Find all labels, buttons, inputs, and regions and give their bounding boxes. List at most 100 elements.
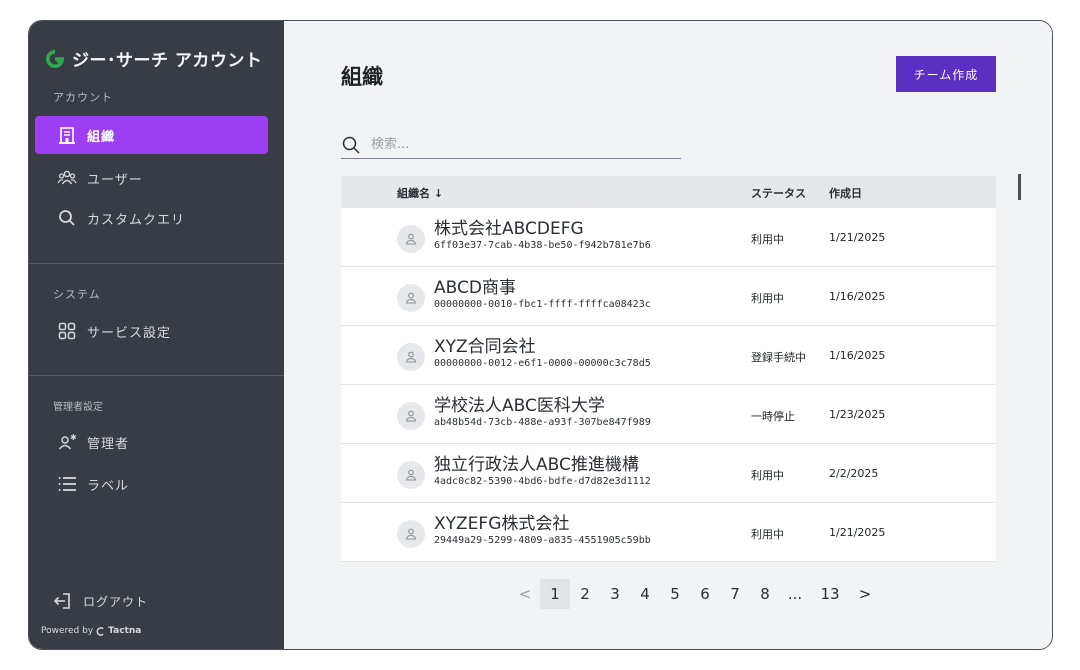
avatar [397,343,425,371]
search-icon [342,136,360,154]
table-row[interactable]: 独立行政法人ABC推進機構 4adc0c82-5390-4bd6-bdfe-d7… [341,444,996,503]
org-name: XYZ合同会社 [434,337,536,357]
section-label-system: システム [53,288,101,301]
pagination-page-4[interactable]: 4 [630,579,660,609]
brand-logo-icon [46,49,64,68]
sidebar-item-organizations[interactable]: 組織 [35,116,268,154]
org-id: 00000000-0012-e6f1-0000-00000c3c78d5 [434,358,651,369]
column-header-created[interactable]: 作成日 [829,185,862,201]
app-window: ジー･サーチ アカウント アカウント 組織 ユーザー カスタムクエリ システム … [28,20,1053,650]
pagination-page-3[interactable]: 3 [600,579,630,609]
sidebar-item-label: 組織 [87,129,116,145]
pagination-page-7[interactable]: 7 [720,579,750,609]
org-created-date: 1/23/2025 [829,408,886,421]
table-row[interactable]: 学校法人ABC医科大学 ab48b54d-73cb-488e-a93f-307b… [341,385,996,444]
column-header-status[interactable]: ステータス [751,185,806,201]
sidebar-item-users[interactable]: ユーザー [35,159,268,197]
brand-title: ジー･サーチ アカウント [72,51,263,71]
table-header: 組織名 ↓ ステータス 作成日 [341,176,996,208]
scrollbar[interactable] [1018,174,1021,200]
table-row[interactable]: XYZ合同会社 00000000-0012-e6f1-0000-00000c3c… [341,326,996,385]
search-input[interactable] [371,137,661,152]
main-content: 組織 チーム作成 組織名 ↓ ステータス 作成日 株式会社ABCDEFG 6ff… [284,21,1052,649]
org-name: XYZEFG株式会社 [434,514,570,534]
pagination-page-8[interactable]: 8 [750,579,780,609]
sidebar-item-label: サービス設定 [87,325,172,341]
org-status: 利用中 [751,233,784,246]
search-icon [59,210,75,226]
organizations-table: 組織名 ↓ ステータス 作成日 株式会社ABCDEFG 6ff03e37-7ca… [341,176,996,562]
org-id: 29449a29-5299-4809-a835-4551905c59bb [434,535,651,546]
org-name: 学校法人ABC医科大学 [434,396,605,416]
building-icon [59,127,75,144]
section-label-account: アカウント [53,91,113,104]
avatar [397,402,425,430]
pagination-prev-button[interactable]: < [510,579,540,609]
user-icon [405,469,417,481]
sidebar-item-admins[interactable]: ✱ 管理者 [35,423,268,461]
sidebar-item-label: 管理者 [87,436,130,452]
tactna-logo-icon [96,626,104,636]
org-status: 利用中 [751,469,784,482]
table-row[interactable]: XYZEFG株式会社 29449a29-5299-4809-a835-45519… [341,503,996,562]
user-icon [405,528,417,540]
powered-brand: Tactna [108,626,142,636]
org-created-date: 1/16/2025 [829,290,886,303]
logout-button[interactable]: ログアウト [53,591,148,611]
org-created-date: 1/16/2025 [829,349,886,362]
user-icon [405,292,417,304]
pagination-next-button[interactable]: > [850,579,880,609]
org-id: 00000000-0010-fbc1-ffff-ffffca08423c [434,299,651,310]
org-status: 登録手続中 [751,351,806,364]
pagination: < 1 2 3 4 5 6 7 8 ... 13 > [510,579,880,609]
sidebar-item-label: ユーザー [87,172,143,188]
org-created-date: 1/21/2025 [829,231,886,244]
create-team-button[interactable]: チーム作成 [896,56,996,92]
powered-prefix: Powered by [41,626,94,636]
brand[interactable]: ジー･サーチ アカウント [46,46,262,71]
sidebar-divider [29,375,284,376]
org-status: 一時停止 [751,410,795,423]
users-icon [57,170,77,185]
svg-text:✱: ✱ [70,433,77,442]
org-name: 株式会社ABCDEFG [434,219,584,239]
search-bar [341,131,681,159]
sidebar-divider [29,263,284,264]
org-status: 利用中 [751,528,784,541]
list-icon [58,477,76,491]
logout-label: ログアウト [83,594,149,609]
sidebar-item-custom-query[interactable]: カスタムクエリ [35,199,268,237]
user-icon [405,410,417,422]
org-name: 独立行政法人ABC推進機構 [434,455,639,475]
sidebar-item-labels[interactable]: ラベル [35,465,268,503]
org-created-date: 2/2/2025 [829,467,879,480]
powered-by: Powered by Tactna [41,626,141,636]
avatar [397,461,425,489]
logout-icon [53,593,70,609]
pagination-page-1[interactable]: 1 [540,579,570,609]
user-icon [405,233,417,245]
org-name: ABCD商事 [434,278,516,298]
grid-icon [58,322,76,340]
user-icon [405,351,417,363]
table-row[interactable]: 株式会社ABCDEFG 6ff03e37-7cab-4b38-be50-f942… [341,208,996,267]
org-id: 6ff03e37-7cab-4b38-be50-f942b781e7b6 [434,240,651,251]
sidebar-item-service-settings[interactable]: サービス設定 [35,312,268,350]
pagination-ellipsis: ... [787,585,803,603]
column-header-name[interactable]: 組織名 ↓ [397,185,443,201]
org-created-date: 1/21/2025 [829,526,886,539]
pagination-page-5[interactable]: 5 [660,579,690,609]
pagination-page-2[interactable]: 2 [570,579,600,609]
org-status: 利用中 [751,292,784,305]
pagination-page-13[interactable]: 13 [810,579,850,609]
pagination-page-6[interactable]: 6 [690,579,720,609]
avatar [397,284,425,312]
sidebar-item-label: カスタムクエリ [87,212,186,228]
page-title: 組織 [341,65,383,89]
org-id: ab48b54d-73cb-488e-a93f-307be847f989 [434,417,651,428]
admin-icon: ✱ [58,433,77,450]
sidebar-item-label: ラベル [87,478,130,494]
sidebar: ジー･サーチ アカウント アカウント 組織 ユーザー カスタムクエリ システム … [29,21,284,649]
org-id: 4adc0c82-5390-4bd6-bdfe-d7d82e3d1112 [434,476,651,487]
table-row[interactable]: ABCD商事 00000000-0010-fbc1-ffff-ffffca084… [341,267,996,326]
